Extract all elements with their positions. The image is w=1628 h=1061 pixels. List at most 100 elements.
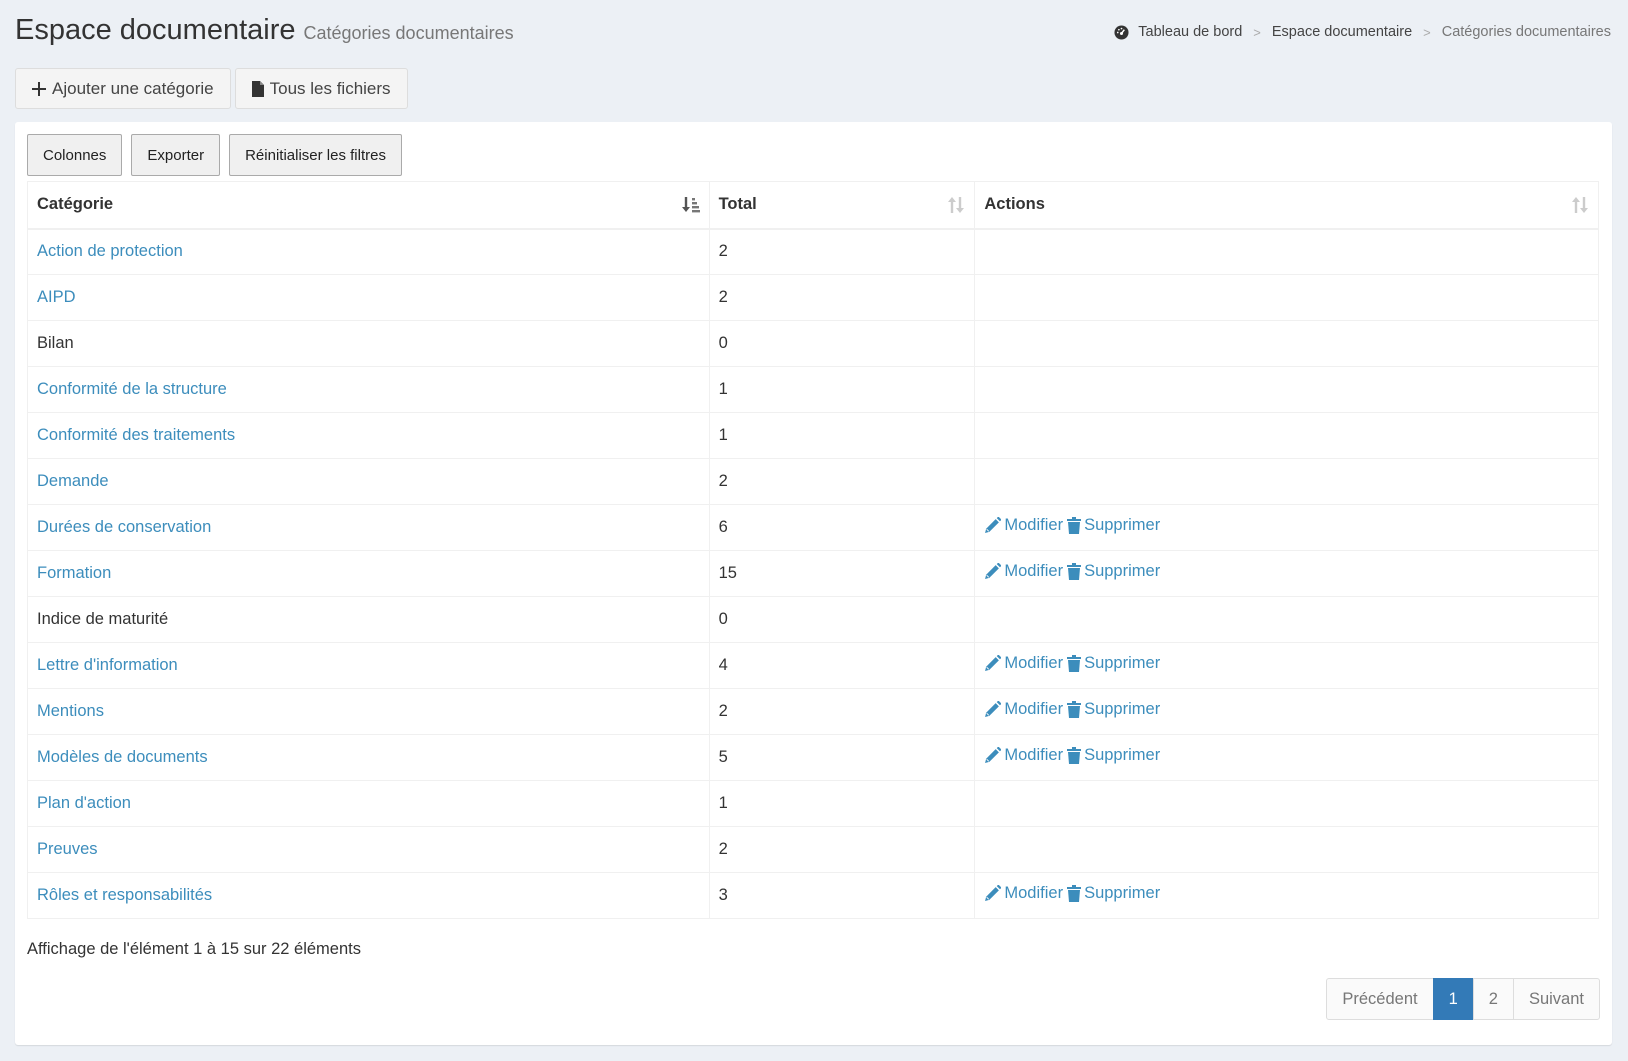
edit-link[interactable]: Modifier bbox=[984, 654, 1063, 673]
category-link[interactable]: Durées de conservation bbox=[37, 518, 211, 536]
delete-label: Supprimer bbox=[1084, 654, 1161, 672]
all-files-button[interactable]: Tous les fichiers bbox=[234, 68, 408, 109]
plus-icon bbox=[32, 81, 46, 96]
category-cell: Mentions bbox=[27, 688, 710, 735]
dashboard-icon bbox=[1114, 24, 1129, 40]
delete-label: Supprimer bbox=[1084, 746, 1161, 764]
category-link[interactable]: Action de protection bbox=[37, 242, 183, 260]
page-button-2[interactable]: 2 bbox=[1472, 978, 1514, 1020]
actions-cell bbox=[974, 412, 1599, 459]
sort-ascending-icon bbox=[681, 197, 700, 213]
pencil-icon bbox=[985, 747, 1002, 763]
category-cell: Preuves bbox=[27, 826, 710, 873]
add-category-button[interactable]: Ajouter une catégorie bbox=[15, 68, 231, 109]
total-cell: 4 bbox=[708, 642, 976, 689]
delete-link[interactable]: Supprimer bbox=[1067, 746, 1160, 765]
pencil-icon bbox=[985, 885, 1002, 901]
actions-cell: Modifier Supprimer bbox=[974, 642, 1599, 689]
table-row: Formation 15 Modifier Supprimer bbox=[27, 550, 1599, 597]
category-link[interactable]: Mentions bbox=[37, 702, 104, 720]
actions-cell: Modifier Supprimer bbox=[974, 550, 1599, 597]
actions-cell bbox=[974, 366, 1599, 413]
columns-button[interactable]: Colonnes bbox=[27, 134, 123, 176]
category-cell: Lettre d'information bbox=[27, 642, 710, 689]
category-cell: AIPD bbox=[27, 274, 710, 321]
delete-link[interactable]: Supprimer bbox=[1067, 700, 1160, 719]
table-row: AIPD 2 bbox=[27, 274, 1599, 321]
category-cell: Rôles et responsabilités bbox=[27, 872, 710, 919]
edit-label: Modifier bbox=[1004, 746, 1064, 764]
total-cell: 1 bbox=[708, 412, 976, 459]
category-link[interactable]: Lettre d'information bbox=[37, 656, 178, 674]
next-page-button[interactable]: Suivant bbox=[1512, 978, 1600, 1020]
category-link[interactable]: Conformité de la structure bbox=[37, 380, 227, 398]
edit-link[interactable]: Modifier bbox=[984, 562, 1063, 581]
category-link[interactable]: Preuves bbox=[37, 840, 98, 858]
add-category-label: Ajouter une catégorie bbox=[52, 78, 214, 98]
previous-page-button[interactable]: Précédent bbox=[1326, 978, 1434, 1020]
table-row: Rôles et responsabilités 3 Modifier Supprim… bbox=[27, 872, 1599, 919]
edit-label: Modifier bbox=[1004, 516, 1064, 534]
pencil-icon bbox=[985, 655, 1002, 671]
category-link[interactable]: Modèles de documents bbox=[37, 748, 208, 766]
category-link[interactable]: AIPD bbox=[37, 288, 76, 306]
delete-link[interactable]: Supprimer bbox=[1067, 884, 1160, 903]
delete-label: Supprimer bbox=[1084, 700, 1161, 718]
actions-cell: Modifier Supprimer bbox=[974, 734, 1599, 781]
total-cell: 15 bbox=[708, 550, 976, 597]
table-row: Conformité de la structure 1 bbox=[27, 366, 1599, 413]
page-title: Espace documentaire Catégories documentai… bbox=[15, 14, 514, 47]
column-header-label: Catégorie bbox=[37, 195, 114, 214]
category-cell: Conformité de la structure bbox=[27, 366, 710, 413]
content-header: Espace documentaire Catégories documentai… bbox=[0, 0, 1628, 62]
sort-icon bbox=[1572, 197, 1588, 213]
actions-cell bbox=[974, 274, 1599, 321]
table-row: Lettre d'information 4 Modifier Supprimer bbox=[27, 642, 1599, 689]
actions-cell bbox=[974, 320, 1599, 367]
breadcrumb-home-link[interactable]: Tableau de bord bbox=[1138, 24, 1242, 40]
category-link[interactable]: Formation bbox=[37, 564, 111, 582]
pagination: Précédent 1 2 Suivant bbox=[1326, 978, 1600, 1020]
column-header-label: Total bbox=[718, 195, 757, 214]
page-button-1[interactable]: 1 bbox=[1432, 978, 1474, 1020]
actions-cell bbox=[974, 228, 1599, 275]
column-header-total[interactable]: Total bbox=[708, 181, 976, 230]
table-row: Bilan 0 bbox=[27, 320, 1599, 367]
category-link[interactable]: Conformité des traitements bbox=[37, 426, 235, 444]
total-cell: 2 bbox=[708, 826, 976, 873]
category-link[interactable]: Demande bbox=[37, 472, 109, 490]
delete-link[interactable]: Supprimer bbox=[1067, 654, 1160, 673]
export-button[interactable]: Exporter bbox=[131, 134, 221, 176]
edit-link[interactable]: Modifier bbox=[984, 700, 1063, 719]
table-row: Mentions 2 Modifier Supprimer bbox=[27, 688, 1599, 735]
edit-label: Modifier bbox=[1004, 884, 1064, 902]
category-cell: Conformité des traitements bbox=[27, 412, 710, 459]
category-cell: Bilan bbox=[27, 320, 710, 367]
category-cell: Formation bbox=[27, 550, 710, 597]
delete-label: Supprimer bbox=[1084, 884, 1161, 902]
category-link[interactable]: Plan d'action bbox=[37, 794, 131, 812]
pencil-icon bbox=[985, 701, 1002, 717]
delete-link[interactable]: Supprimer bbox=[1067, 516, 1160, 535]
total-cell: 3 bbox=[708, 872, 976, 919]
category-cell: Action de protection bbox=[27, 228, 710, 275]
table-tools: Colonnes Exporter Réinitialiser les filt… bbox=[27, 134, 402, 176]
table-row: Durées de conservation 6 Modifier Supprimer bbox=[27, 504, 1599, 551]
breadcrumb-section-link[interactable]: Espace documentaire bbox=[1272, 24, 1412, 40]
column-header-label: Actions bbox=[984, 195, 1045, 214]
breadcrumb-separator: > bbox=[1253, 24, 1261, 40]
edit-link[interactable]: Modifier bbox=[984, 516, 1063, 535]
edit-link[interactable]: Modifier bbox=[984, 746, 1063, 765]
column-header-actions[interactable]: Actions bbox=[974, 181, 1599, 230]
delete-label: Supprimer bbox=[1084, 562, 1161, 580]
reset-filters-button[interactable]: Réinitialiser les filtres bbox=[229, 134, 402, 176]
column-header-category[interactable]: Catégorie bbox=[27, 181, 710, 230]
total-cell: 0 bbox=[708, 596, 976, 643]
delete-label: Supprimer bbox=[1084, 516, 1161, 534]
edit-link[interactable]: Modifier bbox=[984, 884, 1063, 903]
trash-icon bbox=[1067, 747, 1082, 764]
delete-link[interactable]: Supprimer bbox=[1067, 562, 1160, 581]
actions-cell bbox=[974, 458, 1599, 505]
category-link[interactable]: Rôles et responsabilités bbox=[37, 886, 212, 904]
page-subtitle: Catégories documentaires bbox=[303, 23, 514, 43]
